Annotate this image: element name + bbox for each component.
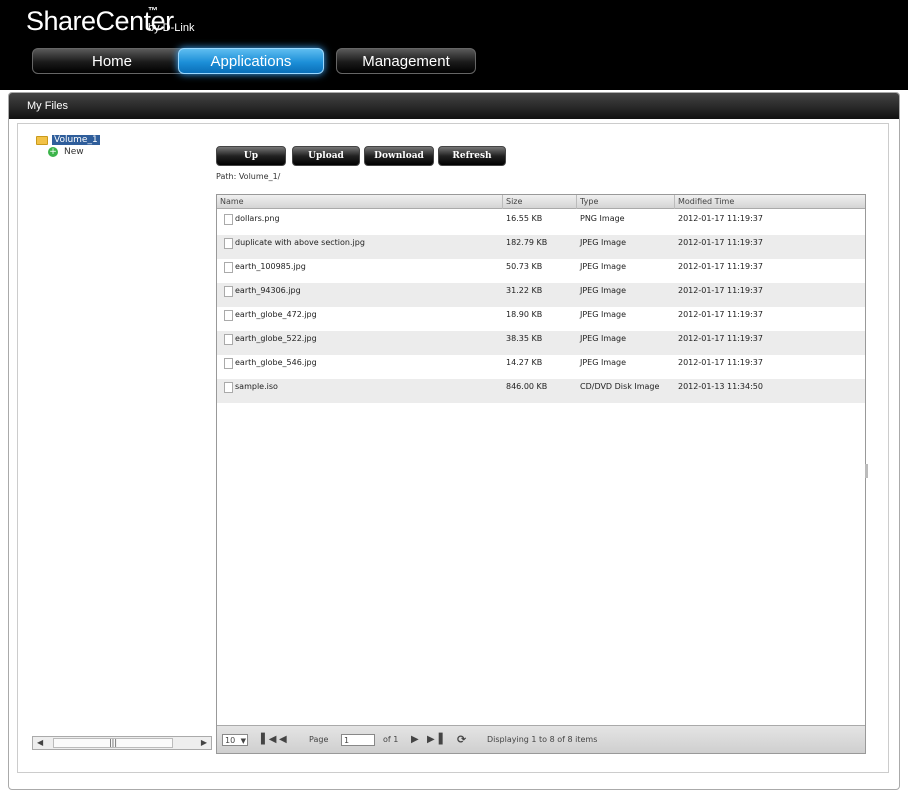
download-button[interactable]: Download [364,146,434,166]
first-page-icon[interactable]: ▌◀ [261,734,276,746]
tree-item-label[interactable]: Volume_1 [52,135,100,145]
up-button[interactable]: Up [216,146,286,166]
column-header-name[interactable]: Name [217,195,503,209]
tab-applications[interactable]: Applications [178,48,324,74]
grid-header: Name Size Type Modified Time [217,195,865,209]
file-modified: 2012-01-17 11:19:37 [678,238,763,247]
file-modified: 2012-01-17 11:19:37 [678,358,763,367]
panel-title: My Files [9,93,899,119]
table-row[interactable]: sample.iso 846.00 KB CD/DVD Disk Image 2… [217,379,865,403]
file-name: earth_100985.jpg [235,262,306,271]
file-size: 182.79 KB [506,238,548,247]
table-row[interactable]: earth_94306.jpg 31.22 KB JPEG Image 2012… [217,283,865,307]
brand-trademark: ™ [148,6,158,17]
file-type: PNG Image [580,214,625,223]
file-icon [224,286,233,297]
file-modified: 2012-01-17 11:19:37 [678,262,763,271]
column-header-modified[interactable]: Modified Time [675,195,865,209]
file-name: earth_globe_522.jpg [235,334,317,343]
file-size: 31.22 KB [506,286,543,295]
refresh-button[interactable]: Refresh [438,146,506,166]
file-type: JPEG Image [580,262,627,271]
file-type: JPEG Image [580,358,627,367]
tree-item-volume[interactable]: Volume_1 [36,134,100,146]
file-type: JPEG Image [580,286,627,295]
file-grid: Name Size Type Modified Time dollars.png… [216,194,866,754]
display-info: Displaying 1 to 8 of 8 items [487,735,598,744]
file-modified: 2012-01-17 11:19:37 [678,214,763,223]
add-icon: + [48,147,58,157]
upload-button[interactable]: Upload [292,146,360,166]
file-size: 14.27 KB [506,358,543,367]
tree-horizontal-scrollbar[interactable]: ◀ ||| ▶ [32,736,212,750]
page-size-value: 10 [225,736,236,745]
tab-management[interactable]: Management [336,48,476,74]
file-size: 50.73 KB [506,262,543,271]
file-type: JPEG Image [580,334,627,343]
file-name: dollars.png [235,214,280,223]
file-icon [224,310,233,321]
path-display: Path: Volume_1/ [216,172,280,181]
file-size: 846.00 KB [506,382,548,391]
file-name: earth_94306.jpg [235,286,301,295]
pagination-toolbar: 10 ▼ ▌◀ ◀ Page 1 of 1 ▶ ▶▐ ⟳ Displaying 1… [217,725,865,753]
file-size: 16.55 KB [506,214,543,223]
folder-open-icon [36,135,48,145]
table-row[interactable]: earth_globe_472.jpg 18.90 KB JPEG Image … [217,307,865,331]
last-page-icon[interactable]: ▶▐ [427,734,442,746]
file-icon [224,358,233,369]
file-modified: 2012-01-13 11:34:50 [678,382,763,391]
splitter-handle[interactable] [865,464,868,478]
file-modified: 2012-01-17 11:19:37 [678,286,763,295]
table-row[interactable]: earth_globe_522.jpg 38.35 KB JPEG Image … [217,331,865,355]
table-row[interactable]: earth_globe_546.jpg 14.27 KB JPEG Image … [217,355,865,379]
chevron-down-icon: ▼ [240,737,246,745]
panel-content: Volume_1 + New ◀ ||| ▶ Up Upload Downloa… [17,123,889,773]
tree-item-new[interactable]: + New [36,146,100,158]
file-name: sample.iso [235,382,278,391]
brand-subtitle: by D-Link [148,22,195,34]
prev-page-icon[interactable]: ◀ [279,734,287,746]
file-modified: 2012-01-17 11:19:37 [678,310,763,319]
page-label: Page [309,735,329,744]
file-name: duplicate with above section.jpg [235,238,365,247]
file-icon [224,238,233,249]
my-files-panel: My Files Volume_1 + New ◀ ||| ▶ Up Uploa… [8,92,900,790]
file-icon [224,214,233,225]
file-modified: 2012-01-17 11:19:37 [678,334,763,343]
app-header: ShareCenter ™ by D-Link Home Application… [0,0,908,90]
next-page-icon[interactable]: ▶ [411,734,419,746]
file-icon [224,262,233,273]
folder-tree: Volume_1 + New [36,134,100,158]
scroll-left-icon[interactable]: ◀ [37,738,43,747]
path-value: Volume_1/ [238,172,281,181]
page-count-label: of 1 [383,735,399,744]
page-size-select[interactable]: 10 ▼ [222,734,248,746]
file-size: 38.35 KB [506,334,543,343]
file-type: CD/DVD Disk Image [580,382,660,391]
file-type: JPEG Image [580,238,627,247]
file-icon [224,334,233,345]
file-size: 18.90 KB [506,310,543,319]
tree-item-new-label[interactable]: New [64,147,84,157]
file-name: earth_globe_546.jpg [235,358,317,367]
column-header-size[interactable]: Size [503,195,577,209]
path-label: Path: [216,172,237,181]
file-type: JPEG Image [580,310,627,319]
column-header-type[interactable]: Type [577,195,675,209]
page-number-input[interactable]: 1 [341,734,375,746]
refresh-icon[interactable]: ⟳ [457,734,466,746]
file-name: earth_globe_472.jpg [235,310,317,319]
tab-home[interactable]: Home [32,48,192,74]
table-row[interactable]: earth_100985.jpg 50.73 KB JPEG Image 201… [217,259,865,283]
file-icon [224,382,233,393]
scroll-right-icon[interactable]: ▶ [201,738,207,747]
table-row[interactable]: duplicate with above section.jpg 182.79 … [217,235,865,259]
scroll-thumb[interactable]: ||| [53,738,173,748]
table-row[interactable]: dollars.png 16.55 KB PNG Image 2012-01-1… [217,211,865,235]
